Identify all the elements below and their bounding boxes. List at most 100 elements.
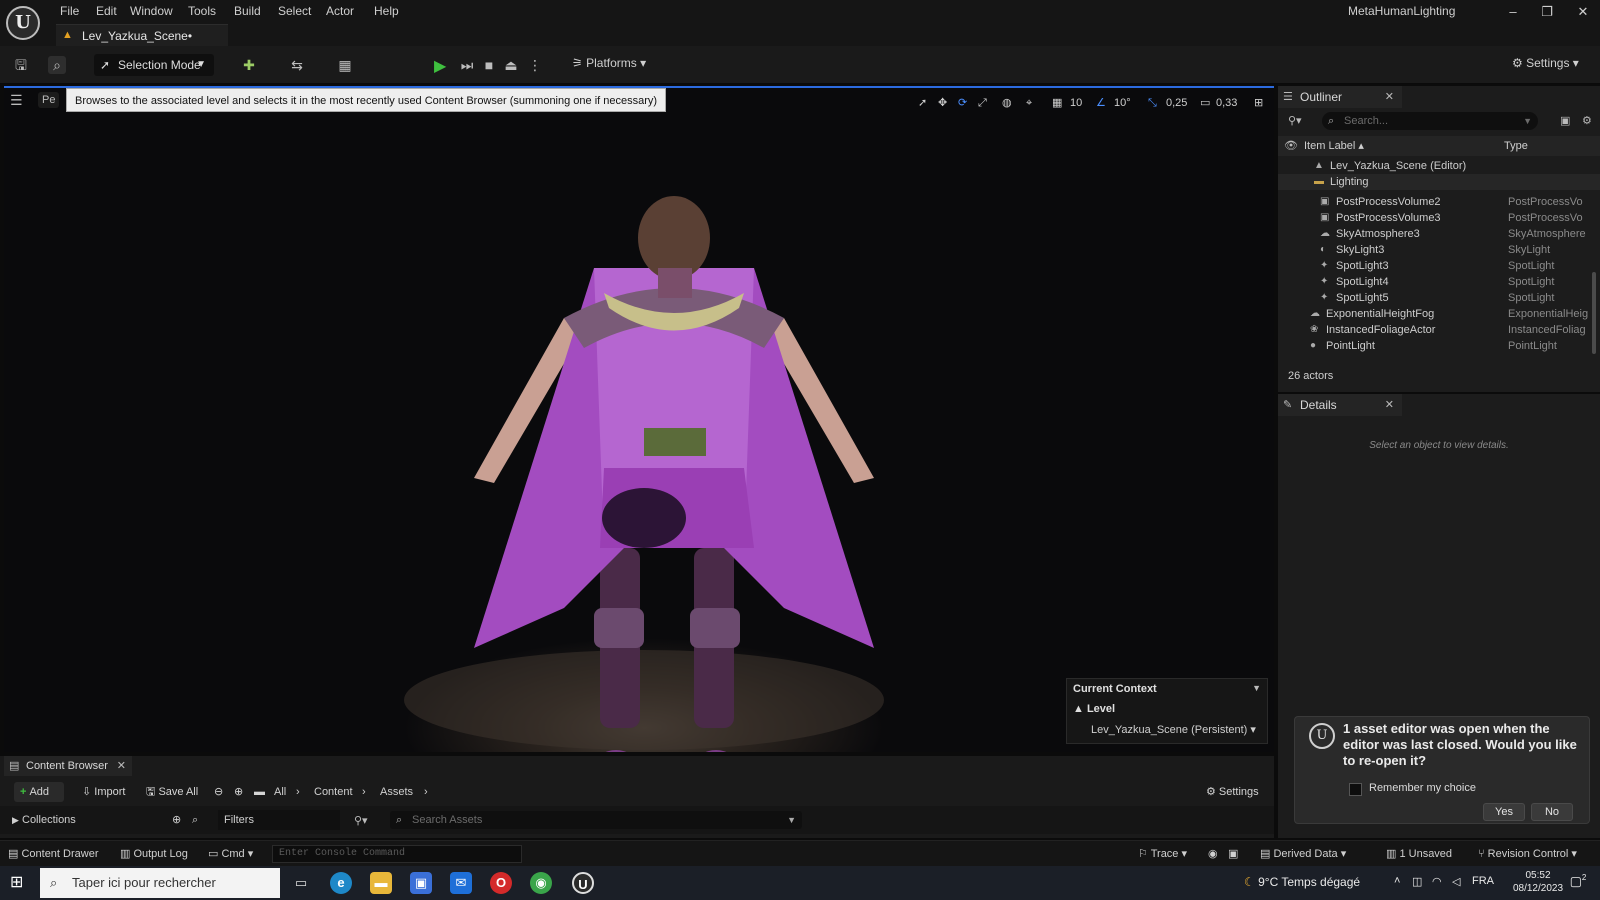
clock[interactable]: 05:52 08/12/2023	[1512, 869, 1564, 895]
store-icon[interactable]: ▣	[410, 872, 432, 894]
more-options-icon[interactable]: ⋮	[526, 56, 544, 74]
move-tool-icon[interactable]: ✥	[938, 94, 947, 112]
surface-snap-icon[interactable]: ⌖	[1026, 94, 1032, 112]
camera-speed-value[interactable]: 0,33	[1216, 94, 1237, 112]
mail-icon[interactable]: ✉	[450, 872, 472, 894]
close-icon[interactable]: ✕	[117, 756, 126, 776]
outliner-row[interactable]: ▣ PostProcessVolume3 PostProcessVo	[1278, 210, 1600, 226]
scale-snap-icon[interactable]: ⤡	[1148, 94, 1157, 112]
console-input[interactable]: Enter Console Command	[272, 845, 522, 863]
add-collection-icon[interactable]: ⊕	[172, 810, 181, 830]
windows-start-icon[interactable]: ⊞	[10, 874, 28, 892]
breadcrumb-assets[interactable]: Assets	[380, 782, 413, 802]
gear-icon[interactable]: ⚙	[1582, 114, 1592, 127]
menu-file[interactable]: File	[56, 3, 83, 19]
outliner-row[interactable]: ✦ SpotLight3 SpotLight	[1278, 258, 1600, 274]
content-browser-tab[interactable]: ▤ Content Browser ✕	[4, 756, 132, 776]
scale-tool-icon[interactable]: ⤢	[978, 94, 987, 112]
menu-edit[interactable]: Edit	[92, 3, 121, 19]
menu-tools[interactable]: Tools	[184, 3, 220, 19]
perspective-dropdown[interactable]: Pe	[38, 92, 60, 108]
opera-icon[interactable]: O	[490, 872, 512, 894]
collections-section[interactable]: ▶ Collections ⊕ ⌕	[8, 810, 200, 830]
asset-search-input[interactable]: ⌕ Search Assets ▼	[390, 811, 802, 829]
outliner-row[interactable]: ❀ InstancedFoliageActor InstancedFoliag	[1278, 322, 1600, 338]
network-icon[interactable]: ◫	[1412, 875, 1422, 888]
no-button[interactable]: No	[1531, 803, 1573, 821]
grid-snap-value[interactable]: 10	[1070, 94, 1082, 112]
col-type[interactable]: Type	[1504, 136, 1528, 156]
remember-choice-checkbox[interactable]	[1349, 783, 1362, 796]
chevron-down-icon[interactable]: ▼	[1252, 683, 1261, 693]
tray-chevron-icon[interactable]: ˄	[1394, 875, 1400, 887]
stop-icon[interactable]: ■	[480, 56, 498, 74]
content-drawer-button[interactable]: ▤ Content Drawer	[8, 846, 99, 862]
screenshot-icon[interactable]: ▣	[1228, 846, 1238, 862]
menu-build[interactable]: Build	[230, 3, 265, 19]
folder-icon[interactable]: ▬	[254, 782, 265, 802]
outliner-row[interactable]: ✦ SpotLight4 SpotLight	[1278, 274, 1600, 290]
outliner-row[interactable]: ◐ SkyLight3 SkyLight	[1278, 242, 1600, 258]
menu-actor[interactable]: Actor	[322, 3, 358, 19]
selection-mode-dropdown[interactable]: ➚ Selection Mode ▼	[94, 54, 214, 76]
rotation-snap-value[interactable]: 10°	[1114, 94, 1131, 112]
world-space-icon[interactable]: ◍	[1002, 94, 1012, 112]
viewport-menu-icon[interactable]: ☰	[10, 92, 23, 109]
eject-icon[interactable]: ⏏	[502, 56, 520, 74]
revision-control-dropdown[interactable]: ⑂ Revision Control ▾	[1478, 846, 1577, 862]
add-button[interactable]: + Add	[14, 782, 64, 802]
breadcrumb-all[interactable]: All	[274, 782, 286, 802]
outliner-row[interactable]: ▣ PostProcessVolume2 PostProcessVo	[1278, 194, 1600, 210]
outliner-tab[interactable]: ☰ Outliner ✕	[1278, 86, 1402, 108]
menu-window[interactable]: Window	[126, 3, 177, 19]
new-folder-icon[interactable]: ▣	[1560, 114, 1570, 127]
file-explorer-icon[interactable]: ▬	[370, 872, 392, 894]
search-icon[interactable]: ⌕	[192, 810, 198, 830]
rotate-tool-icon[interactable]: ⟳	[958, 94, 967, 112]
weather-widget[interactable]: ☾ 9°C Temps dégagé	[1244, 875, 1360, 889]
close-icon[interactable]: ✕	[1385, 394, 1394, 416]
outliner-row[interactable]: ▬ Lighting	[1278, 174, 1600, 190]
menu-select[interactable]: Select	[274, 3, 315, 19]
level-tab[interactable]: ▲ Lev_Yazkua_Scene•	[56, 24, 228, 46]
filter-icon[interactable]: ⚲▾	[354, 814, 368, 827]
notification-center-icon[interactable]: ▢2	[1568, 873, 1588, 893]
trace-dropdown[interactable]: ⚐ Trace ▾	[1138, 846, 1187, 862]
outliner-search-input[interactable]: ⌕ Search... ▼	[1322, 112, 1538, 130]
current-level-dropdown[interactable]: Lev_Yazkua_Scene (Persistent) ▾	[1091, 723, 1256, 736]
scale-snap-value[interactable]: 0,25	[1166, 94, 1187, 112]
outliner-scrollbar[interactable]	[1592, 272, 1596, 354]
cb-settings-button[interactable]: ⚙ Settings	[1206, 782, 1259, 802]
blueprint-icon[interactable]: ⇆	[288, 56, 306, 74]
close-icon[interactable]: ✕	[1385, 86, 1394, 108]
task-view-icon[interactable]: ▭	[290, 872, 312, 894]
browse-level-icon[interactable]: ⌕	[48, 56, 66, 74]
details-tab[interactable]: ✎ Details ✕	[1278, 394, 1402, 416]
level-viewport[interactable]: ☰ Pe Browses to the associated level and…	[4, 86, 1274, 752]
edge-icon[interactable]: e	[330, 872, 352, 894]
outliner-row[interactable]: ▲ Lev_Yazkua_Scene (Editor)	[1278, 158, 1600, 174]
taskbar-search-input[interactable]: ⌕ Taper ici pour rechercher	[40, 868, 280, 898]
select-tool-icon[interactable]: ➚	[918, 94, 927, 112]
output-log-button[interactable]: ▥ Output Log	[120, 846, 188, 862]
add-actor-icon[interactable]: ✚	[240, 56, 258, 74]
filter-icon[interactable]: ⚲▾	[1288, 114, 1302, 127]
grid-snap-icon[interactable]: ▦	[1052, 94, 1062, 112]
save-all-button[interactable]: 🖫 Save All	[146, 782, 198, 802]
maximize-icon[interactable]: ❐	[1532, 4, 1562, 20]
outliner-row[interactable]: ☁ ExponentialHeightFog ExponentialHeig	[1278, 306, 1600, 322]
settings-dropdown[interactable]: ⚙ Settings ▾	[1512, 56, 1579, 70]
save-icon[interactable]: 🖫	[12, 56, 30, 74]
back-icon[interactable]: ⊖	[214, 782, 223, 802]
outliner-row[interactable]: ● PointLight PointLight	[1278, 338, 1600, 354]
yes-button[interactable]: Yes	[1483, 803, 1525, 821]
close-icon[interactable]: ✕	[1568, 4, 1598, 20]
cinematics-icon[interactable]: ▦	[336, 56, 354, 74]
outliner-row[interactable]: ✦ SpotLight5 SpotLight	[1278, 290, 1600, 306]
col-item-label[interactable]: Item Label ▴	[1304, 136, 1364, 156]
visibility-icon[interactable]: 👁	[1284, 136, 1298, 156]
unreal-logo-icon[interactable]: U	[6, 6, 40, 40]
chrome-icon[interactable]: ◉	[530, 872, 552, 894]
outliner-row[interactable]: ☁ SkyAtmosphere3 SkyAtmosphere	[1278, 226, 1600, 242]
platforms-dropdown[interactable]: ⚞ Platforms ▾	[572, 56, 646, 70]
